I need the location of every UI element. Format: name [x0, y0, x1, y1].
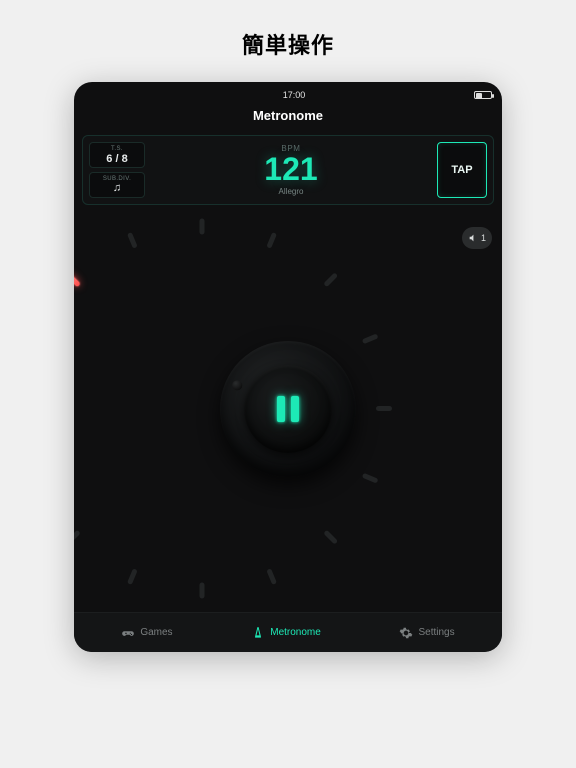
gamepad-icon [121, 626, 135, 640]
bpm-display[interactable]: BPM 121 Allegro [151, 142, 431, 198]
app-title: Metronome [74, 104, 502, 131]
play-pause-button[interactable] [244, 365, 332, 453]
dial-tick [74, 272, 81, 287]
dial-tick [200, 219, 205, 235]
subdivision-icon: ♫ [113, 183, 121, 194]
time-signature-label: T.S. [111, 146, 123, 152]
speaker-icon [468, 233, 478, 243]
tab-metronome-label: Metronome [270, 627, 321, 638]
battery-icon [474, 91, 492, 99]
dial-tick [323, 530, 338, 545]
dial-tick [362, 333, 379, 344]
tab-bar: Games Metronome Settings [74, 612, 502, 652]
tab-metronome[interactable]: Metronome [251, 626, 321, 640]
dial-tick [266, 232, 277, 249]
tempo-marking: Allegro [279, 187, 304, 196]
subdivision-button[interactable]: SUB.DIV. ♫ [89, 172, 145, 198]
time-signature-button[interactable]: T.S. 6 / 8 [89, 142, 145, 168]
status-clock: 17:00 [114, 90, 474, 100]
volume-level: 1 [481, 233, 486, 243]
dial-tick [323, 272, 338, 287]
dial-pointer [232, 380, 242, 390]
status-bar: 17:00 [74, 86, 502, 104]
tab-settings[interactable]: Settings [399, 626, 454, 640]
time-signature-value: 6 / 8 [106, 153, 127, 165]
tab-games-label: Games [140, 627, 172, 638]
dial-tick [74, 530, 81, 545]
tab-settings-label: Settings [418, 627, 454, 638]
page-title: 簡単操作 [242, 28, 334, 60]
device-frame: 17:00 Metronome T.S. 6 / 8 SUB.DIV. ♫ BP… [74, 82, 502, 652]
dial-tick [362, 473, 379, 484]
tempo-dial[interactable] [183, 304, 393, 514]
dial-tick [127, 232, 138, 249]
tap-tempo-button[interactable]: TAP [437, 142, 487, 198]
gear-icon [399, 626, 413, 640]
pause-icon [277, 396, 299, 422]
dial-tick [127, 568, 138, 585]
metronome-icon [251, 626, 265, 640]
bpm-panel: T.S. 6 / 8 SUB.DIV. ♫ BPM 121 Allegro TA… [82, 135, 494, 205]
volume-button[interactable]: 1 [462, 227, 492, 249]
bpm-value: 121 [264, 153, 317, 185]
dial-tick [200, 583, 205, 599]
dial-tick [266, 568, 277, 585]
dial-tick [376, 406, 392, 411]
dial-area: 1 [74, 205, 502, 612]
tab-games[interactable]: Games [121, 626, 172, 640]
